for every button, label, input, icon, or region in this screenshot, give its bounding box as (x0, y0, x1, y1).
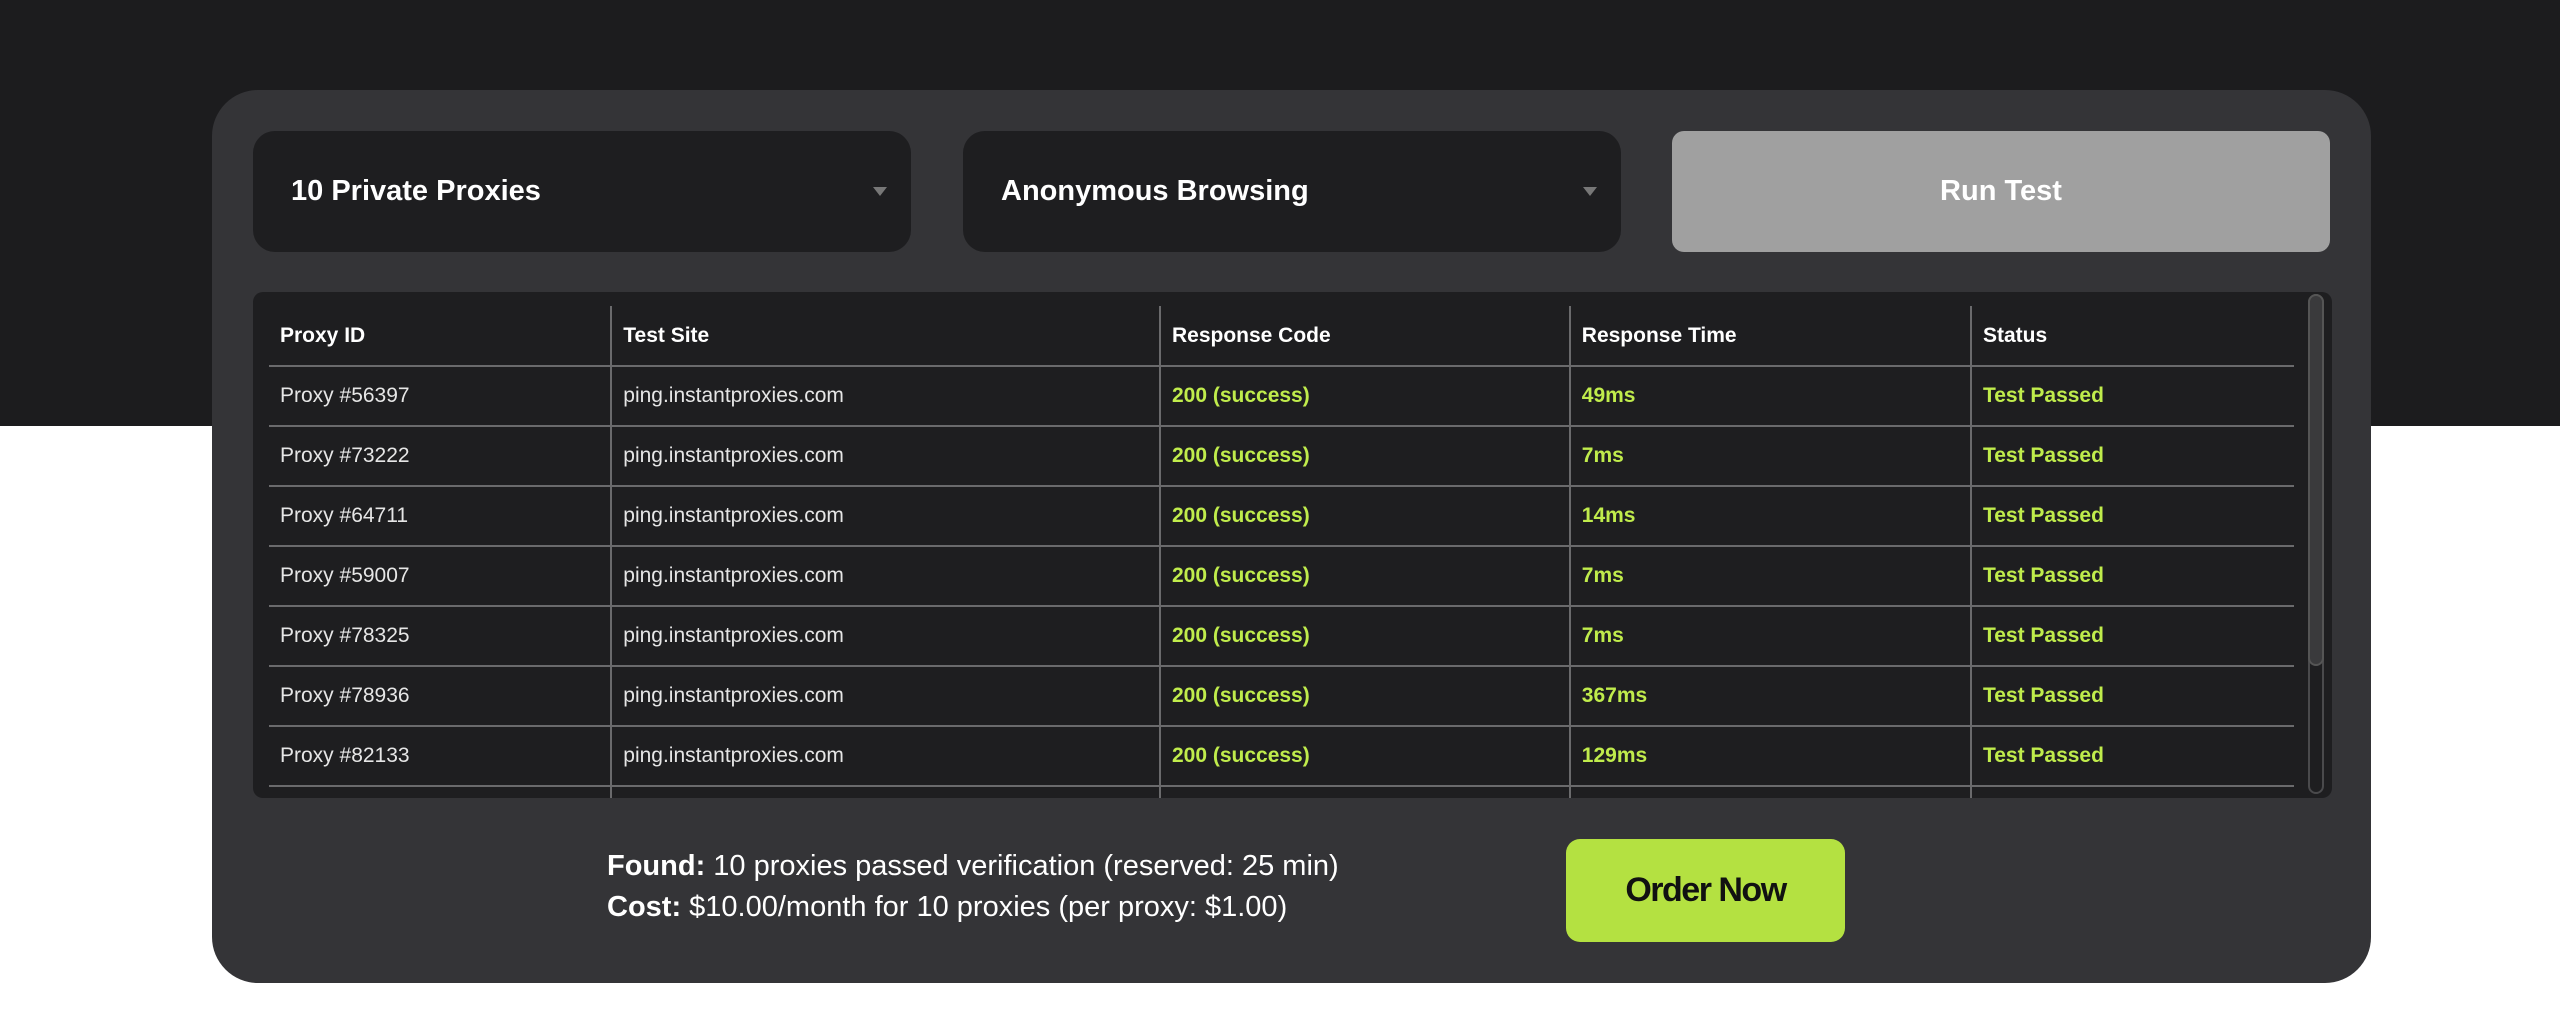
response-time-cell: 7ms (1568, 606, 1971, 667)
table-row: Proxy #64711 ping.instantproxies.com 200 (… (269, 486, 2294, 547)
table-row: Proxy #73222 ping.instantproxies.com 200 (… (269, 426, 2294, 487)
test-site-cell: ping.instantproxies.com (610, 726, 1160, 787)
empty-cell (610, 786, 1160, 798)
chevron-down-icon (1583, 187, 1597, 196)
column-header: Test Site (610, 306, 1160, 367)
status-cell: Test Passed (1969, 366, 2294, 427)
empty-cell (269, 786, 612, 798)
empty-cell (1568, 786, 1971, 798)
proxy-id-cell: Proxy #78936 (269, 666, 612, 727)
empty-cell (1969, 786, 2294, 798)
response-time-cell: 7ms (1568, 426, 1971, 487)
table-row-partial (269, 786, 2294, 798)
response-code-cell: 200 (success) (1158, 606, 1570, 667)
proxy-id-cell: Proxy #64711 (269, 486, 612, 547)
table-row: Proxy #78325 ping.instantproxies.com 200 (… (269, 606, 2294, 667)
found-label: Found: (607, 850, 706, 882)
proxy-id-cell: Proxy #56397 (269, 366, 612, 427)
column-header: Response Code (1158, 306, 1570, 367)
use-case-select[interactable]: Anonymous Browsing (963, 131, 1621, 252)
cost-label: Cost: (607, 891, 682, 923)
test-site-cell: ping.instantproxies.com (610, 606, 1160, 667)
response-time-cell: 367ms (1568, 666, 1971, 727)
chevron-down-icon (873, 187, 887, 196)
table-row: Proxy #59007 ping.instantproxies.com 200 (… (269, 546, 2294, 607)
table-scrollbar[interactable] (2308, 294, 2324, 794)
results-table-container[interactable]: Proxy ID Test Site Response Code Response T… (253, 292, 2332, 798)
table-row: Proxy #82133 ping.instantproxies.com 200 (… (269, 726, 2294, 787)
test-site-cell: ping.instantproxies.com (610, 546, 1160, 607)
response-code-cell: 200 (success) (1158, 366, 1570, 427)
empty-cell (1158, 786, 1570, 798)
proxy-id-cell: Proxy #82133 (269, 726, 612, 787)
proxy-test-card: 10 Private Proxies Anonymous Browsing Ru… (212, 90, 2371, 983)
status-cell: Test Passed (1969, 726, 2294, 787)
status-cell: Test Passed (1969, 486, 2294, 547)
response-time-cell: 14ms (1568, 486, 1971, 547)
order-now-button[interactable]: Order Now (1566, 839, 1845, 942)
status-cell: Test Passed (1969, 546, 2294, 607)
results-table: Proxy ID Test Site Response Code Response T… (269, 306, 2294, 798)
response-code-cell: 200 (success) (1158, 546, 1570, 607)
proxy-id-cell: Proxy #78325 (269, 606, 612, 667)
response-code-cell: 200 (success) (1158, 666, 1570, 727)
response-time-cell: 49ms (1568, 366, 1971, 427)
found-text: 10 proxies passed verification (reserved… (705, 850, 1339, 882)
use-case-value: Anonymous Browsing (1001, 175, 1309, 207)
table-row: Proxy #56397 ping.instantproxies.com 200 (… (269, 366, 2294, 427)
response-time-cell: 129ms (1568, 726, 1971, 787)
found-line: Found: 10 proxies passed verification (r… (607, 846, 1339, 887)
response-code-cell: 200 (success) (1158, 726, 1570, 787)
cost-text: $10.00/month for 10 proxies (per proxy: … (681, 891, 1288, 923)
test-summary: Found: 10 proxies passed verification (r… (607, 846, 1339, 928)
test-site-cell: ping.instantproxies.com (610, 426, 1160, 487)
cost-line: Cost: $10.00/month for 10 proxies (per p… (607, 887, 1339, 928)
column-header: Status (1969, 306, 2294, 367)
response-time-cell: 7ms (1568, 546, 1971, 607)
test-site-cell: ping.instantproxies.com (610, 486, 1160, 547)
status-cell: Test Passed (1969, 426, 2294, 487)
proxy-id-cell: Proxy #59007 (269, 546, 612, 607)
response-code-cell: 200 (success) (1158, 486, 1570, 547)
proxy-id-cell: Proxy #73222 (269, 426, 612, 487)
column-header: Response Time (1568, 306, 1971, 367)
status-cell: Test Passed (1969, 666, 2294, 727)
table-row: Proxy #78936 ping.instantproxies.com 200 (… (269, 666, 2294, 727)
proxy-package-value: 10 Private Proxies (291, 175, 541, 207)
status-cell: Test Passed (1969, 606, 2294, 667)
column-header: Proxy ID (269, 306, 612, 367)
test-site-cell: ping.instantproxies.com (610, 666, 1160, 727)
test-site-cell: ping.instantproxies.com (610, 366, 1160, 427)
scrollbar-thumb[interactable] (2308, 294, 2324, 666)
run-test-button[interactable]: Run Test (1672, 131, 2330, 252)
proxy-package-select[interactable]: 10 Private Proxies (253, 131, 911, 252)
response-code-cell: 200 (success) (1158, 426, 1570, 487)
table-header-row: Proxy ID Test Site Response Code Response T… (269, 306, 2294, 367)
